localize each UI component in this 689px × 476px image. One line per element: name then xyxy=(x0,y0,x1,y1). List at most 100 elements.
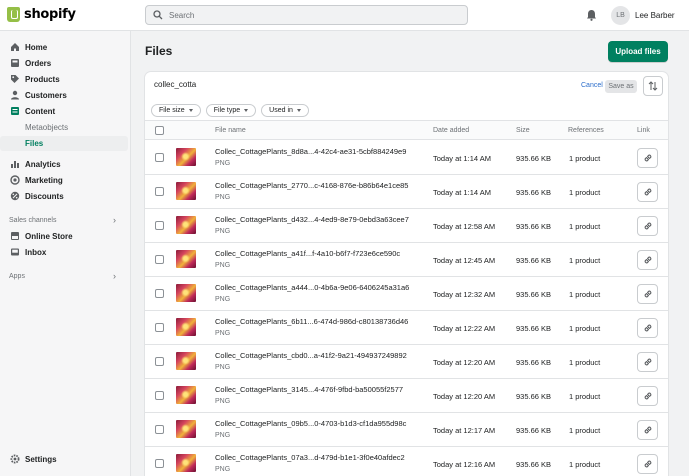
table-row[interactable]: Collec_CottagePlants_cbd0...a-41f2-9a21-… xyxy=(145,345,668,379)
column-references[interactable]: References xyxy=(568,127,604,134)
file-name[interactable]: Collec_CottagePlants_2770...c-4168-876e-… xyxy=(215,181,408,190)
row-checkbox[interactable] xyxy=(155,425,164,434)
file-thumbnail[interactable] xyxy=(176,284,196,302)
table-row[interactable]: Collec_CottagePlants_2770...c-4168-876e-… xyxy=(145,175,668,209)
table-row[interactable]: Collec_CottagePlants_8d8a...4-42c4-ae31-… xyxy=(145,141,668,175)
avatar[interactable]: LB xyxy=(611,6,630,25)
chevron-right-icon[interactable]: › xyxy=(113,271,116,281)
save-as-button[interactable]: Save as xyxy=(605,80,637,93)
bell-icon[interactable] xyxy=(586,9,597,21)
file-size-filter[interactable]: File size xyxy=(151,104,201,117)
copy-link-button[interactable] xyxy=(637,454,658,474)
column-file-name[interactable]: File name xyxy=(215,127,246,134)
references[interactable]: 1 product xyxy=(569,290,600,299)
row-checkbox[interactable] xyxy=(155,459,164,468)
file-thumbnail[interactable] xyxy=(176,250,196,268)
references[interactable]: 1 product xyxy=(569,426,600,435)
sidebar-item-content[interactable]: Content xyxy=(0,104,128,119)
references[interactable]: 1 product xyxy=(569,392,600,401)
table-row[interactable]: Collec_CottagePlants_09b5...0-4703-b1d3-… xyxy=(145,413,668,447)
chevron-right-icon[interactable]: › xyxy=(113,215,116,225)
sidebar-item-orders[interactable]: Orders xyxy=(0,56,128,71)
shopify-logo[interactable]: shopify xyxy=(7,7,76,22)
sidebar-item-inbox[interactable]: Inbox xyxy=(0,245,128,260)
sidebar-item-label: Online Store xyxy=(25,232,73,241)
copy-link-button[interactable] xyxy=(637,420,658,440)
file-thumbnail[interactable] xyxy=(176,216,196,234)
sidebar-item-settings[interactable]: Settings xyxy=(0,452,128,467)
search-box[interactable] xyxy=(145,5,468,25)
file-thumbnail[interactable] xyxy=(176,182,196,200)
sidebar-item-customers[interactable]: Customers xyxy=(0,88,128,103)
select-all-checkbox[interactable] xyxy=(155,126,164,135)
table-row[interactable]: Collec_CottagePlants_07a3...d-479d-b1e1-… xyxy=(145,447,668,476)
sidebar-item-discounts[interactable]: Discounts xyxy=(0,189,128,204)
table-row[interactable]: Collec_CottagePlants_a444...0-4b6a-9e06-… xyxy=(145,277,668,311)
link-icon xyxy=(644,188,651,196)
file-thumbnail[interactable] xyxy=(176,420,196,438)
sidebar-item-products[interactable]: Products xyxy=(0,72,128,87)
chip-label: File type xyxy=(213,107,241,114)
file-name[interactable]: Collec_CottagePlants_07a3...d-479d-b1e1-… xyxy=(215,453,405,462)
copy-link-button[interactable] xyxy=(637,284,658,304)
file-name[interactable]: Collec_CottagePlants_3145...4-476f-9fbd-… xyxy=(215,385,403,394)
copy-link-button[interactable] xyxy=(637,352,658,372)
references[interactable]: 1 product xyxy=(569,222,600,231)
file-thumbnail[interactable] xyxy=(176,352,196,370)
upload-files-button[interactable]: Upload files xyxy=(608,41,668,62)
row-checkbox[interactable] xyxy=(155,289,164,298)
row-checkbox[interactable] xyxy=(155,255,164,264)
sidebar-item-metaobjects[interactable]: Metaobjects xyxy=(0,120,128,135)
file-name[interactable]: Collec_CottagePlants_6b11...6-474d-986d-… xyxy=(215,317,408,326)
shopify-bag-icon xyxy=(7,7,20,22)
file-thumbnail[interactable] xyxy=(176,148,196,166)
row-checkbox[interactable] xyxy=(155,221,164,230)
table-row[interactable]: Collec_CottagePlants_d432...4-4ed9-8e79-… xyxy=(145,209,668,243)
file-name[interactable]: Collec_CottagePlants_a41f...f-4a10-b6f7-… xyxy=(215,249,400,258)
copy-link-button[interactable] xyxy=(637,216,658,236)
row-checkbox[interactable] xyxy=(155,357,164,366)
table-row[interactable]: Collec_CottagePlants_a41f...f-4a10-b6f7-… xyxy=(145,243,668,277)
copy-link-button[interactable] xyxy=(637,250,658,270)
file-name[interactable]: Collec_CottagePlants_8d8a...4-42c4-ae31-… xyxy=(215,147,406,156)
discount-icon xyxy=(10,191,20,201)
column-date-added[interactable]: Date added xyxy=(433,127,469,134)
file-name[interactable]: Collec_CottagePlants_cbd0...a-41f2-9a21-… xyxy=(215,351,407,360)
user-name[interactable]: Lee Barber xyxy=(635,11,675,20)
row-checkbox[interactable] xyxy=(155,323,164,332)
file-name[interactable]: Collec_CottagePlants_a444...0-4b6a-9e06-… xyxy=(215,283,409,292)
file-thumbnail[interactable] xyxy=(176,318,196,336)
sort-icon xyxy=(648,81,658,91)
row-checkbox[interactable] xyxy=(155,391,164,400)
references[interactable]: 1 product xyxy=(569,324,600,333)
table-row[interactable]: Collec_CottagePlants_3145...4-476f-9fbd-… xyxy=(145,379,668,413)
row-checkbox[interactable] xyxy=(155,153,164,162)
file-name[interactable]: Collec_CottagePlants_d432...4-4ed9-8e79-… xyxy=(215,215,409,224)
sidebar-item-analytics[interactable]: Analytics xyxy=(0,157,128,172)
sidebar-item-marketing[interactable]: Marketing xyxy=(0,173,128,188)
file-name[interactable]: Collec_CottagePlants_09b5...0-4703-b1d3-… xyxy=(215,419,406,428)
cancel-button[interactable]: Cancel xyxy=(581,82,603,89)
copy-link-button[interactable] xyxy=(637,148,658,168)
sidebar-item-files[interactable]: Files xyxy=(0,136,128,151)
sort-button[interactable] xyxy=(643,76,663,96)
search-input[interactable] xyxy=(169,10,449,20)
used-in-filter[interactable]: Used in xyxy=(261,104,309,117)
references[interactable]: 1 product xyxy=(569,358,600,367)
references[interactable]: 1 product xyxy=(569,154,600,163)
file-thumbnail[interactable] xyxy=(176,386,196,404)
row-checkbox[interactable] xyxy=(155,187,164,196)
filter-query-input[interactable]: collec_cotta xyxy=(154,80,196,89)
references[interactable]: 1 product xyxy=(569,460,600,469)
file-type-filter[interactable]: File type xyxy=(205,104,257,117)
table-row[interactable]: Collec_CottagePlants_6b11...6-474d-986d-… xyxy=(145,311,668,345)
references[interactable]: 1 product xyxy=(569,256,600,265)
sidebar-item-online-store[interactable]: Online Store xyxy=(0,229,128,244)
copy-link-button[interactable] xyxy=(637,318,658,338)
copy-link-button[interactable] xyxy=(637,386,658,406)
sidebar-item-home[interactable]: Home xyxy=(0,40,128,55)
references[interactable]: 1 product xyxy=(569,188,600,197)
column-size[interactable]: Size xyxy=(516,127,530,134)
copy-link-button[interactable] xyxy=(637,182,658,202)
file-thumbnail[interactable] xyxy=(176,454,196,472)
